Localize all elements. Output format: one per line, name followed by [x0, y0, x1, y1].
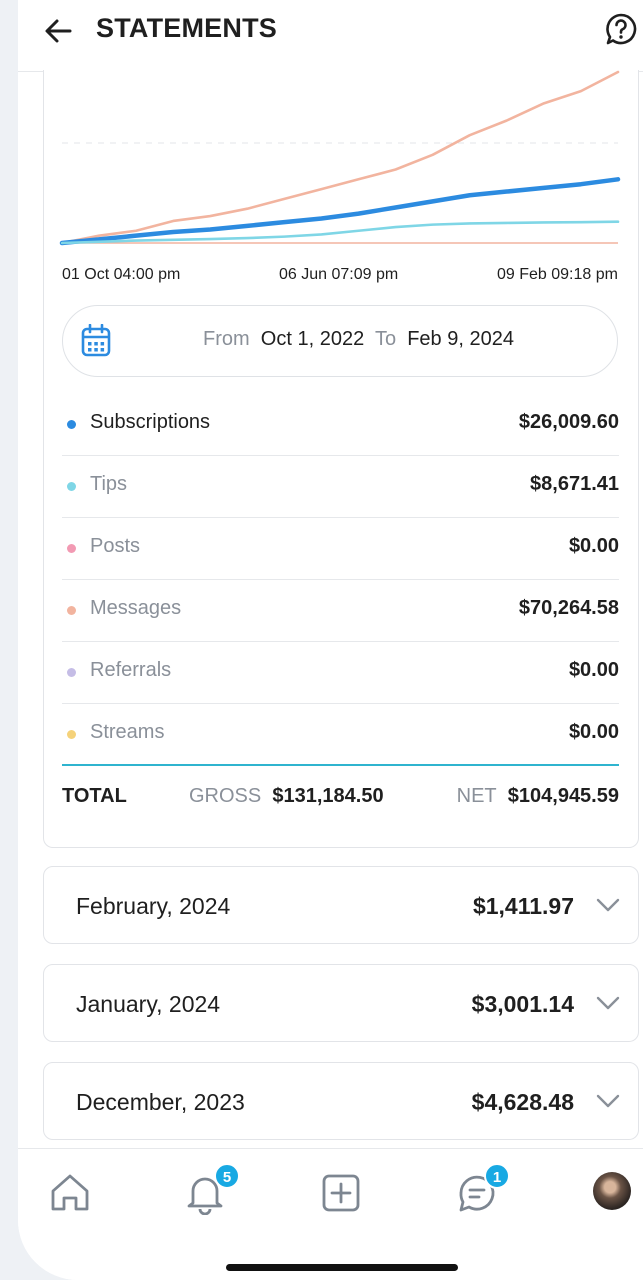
calendar-icon	[81, 324, 111, 357]
x-tick-label: 06 Jun 07:09 pm	[279, 266, 399, 283]
add-post-icon[interactable]	[319, 1171, 363, 1215]
chevron-down-icon	[596, 1094, 620, 1108]
gross-value: $131,184.50	[272, 785, 384, 807]
series-line-tips	[60, 220, 620, 245]
net-label: NET	[456, 785, 497, 807]
month-total: $4,628.48	[471, 1089, 574, 1115]
x-tick-label: 09 Feb 09:18 pm	[497, 266, 618, 283]
net-value: $104,945.59	[507, 785, 619, 807]
breakdown-row-tips[interactable]: Tips $8,671.41	[62, 456, 619, 518]
month-row-december-2023[interactable]: December, 2023 $4,628.48	[43, 1062, 639, 1140]
month-name: January, 2024	[76, 991, 221, 1017]
phone-screen: STATEMENTS 01 Oct 04:00 pm 06 Jun 07:09 …	[18, 0, 643, 1280]
total-divider	[62, 764, 619, 766]
month-row-february-2024[interactable]: February, 2024 $1,411.97	[43, 866, 639, 944]
breakdown-row-subscriptions[interactable]: Subscriptions $26,009.60	[62, 394, 619, 456]
date-range-picker[interactable]: From Oct 1, 2022 To Feb 9, 2024	[62, 305, 618, 377]
breakdown-label: Posts	[90, 535, 141, 557]
breakdown-label: Streams	[90, 721, 165, 743]
breakdown-label: Messages	[90, 597, 182, 619]
referrals-dot-icon	[67, 668, 76, 677]
month-name: February, 2024	[76, 893, 231, 919]
home-icon[interactable]	[48, 1171, 92, 1215]
to-date: Feb 9, 2024	[407, 328, 514, 350]
breakdown-value: $0.00	[568, 535, 619, 557]
from-label: From	[203, 328, 250, 350]
bottom-nav: 5 1	[18, 1148, 643, 1280]
chevron-down-icon	[596, 996, 620, 1010]
subscriptions-dot-icon	[67, 420, 76, 429]
posts-dot-icon	[67, 544, 76, 553]
month-row-january-2024[interactable]: January, 2024 $3,001.14	[43, 964, 639, 1042]
total-label: TOTAL	[62, 785, 127, 807]
month-total: $3,001.14	[471, 991, 574, 1017]
month-name: December, 2023	[76, 1089, 245, 1115]
chevron-down-icon	[596, 898, 620, 912]
profile-avatar[interactable]	[593, 1172, 631, 1210]
gross-total: GROSS $131,184.50	[189, 785, 384, 808]
to-label: To	[374, 328, 397, 350]
from-date: Oct 1, 2022	[260, 328, 365, 350]
messages-badge: 1	[484, 1163, 510, 1189]
breakdown-label: Subscriptions	[90, 411, 211, 433]
breakdown-label: Tips	[90, 473, 128, 495]
breakdown-row-referrals[interactable]: Referrals $0.00	[62, 642, 619, 704]
breakdown-value: $26,009.60	[518, 411, 619, 433]
messages-dot-icon	[67, 606, 76, 615]
notifications-badge: 5	[214, 1163, 240, 1189]
home-indicator	[226, 1264, 458, 1271]
breakdown-value: $0.00	[568, 721, 619, 743]
breakdown-row-posts[interactable]: Posts $0.00	[62, 518, 619, 580]
breakdown-row-messages[interactable]: Messages $70,264.58	[62, 580, 619, 642]
date-range-text: From Oct 1, 2022 To Feb 9, 2024	[203, 328, 514, 351]
breakdown-value: $0.00	[568, 659, 619, 681]
x-tick-label: 01 Oct 04:00 pm	[62, 266, 181, 283]
gross-label: GROSS	[189, 785, 262, 807]
streams-dot-icon	[67, 730, 76, 739]
net-total: NET $104,945.59	[457, 785, 619, 808]
breakdown-label: Referrals	[90, 659, 172, 681]
earnings-chart	[59, 70, 621, 246]
breakdown-value: $8,671.41	[530, 473, 619, 495]
tips-dot-icon	[67, 482, 76, 491]
breakdown-value: $70,264.58	[518, 597, 619, 619]
month-total: $1,411.97	[472, 893, 574, 919]
breakdown-row-streams[interactable]: Streams $0.00	[62, 704, 619, 766]
